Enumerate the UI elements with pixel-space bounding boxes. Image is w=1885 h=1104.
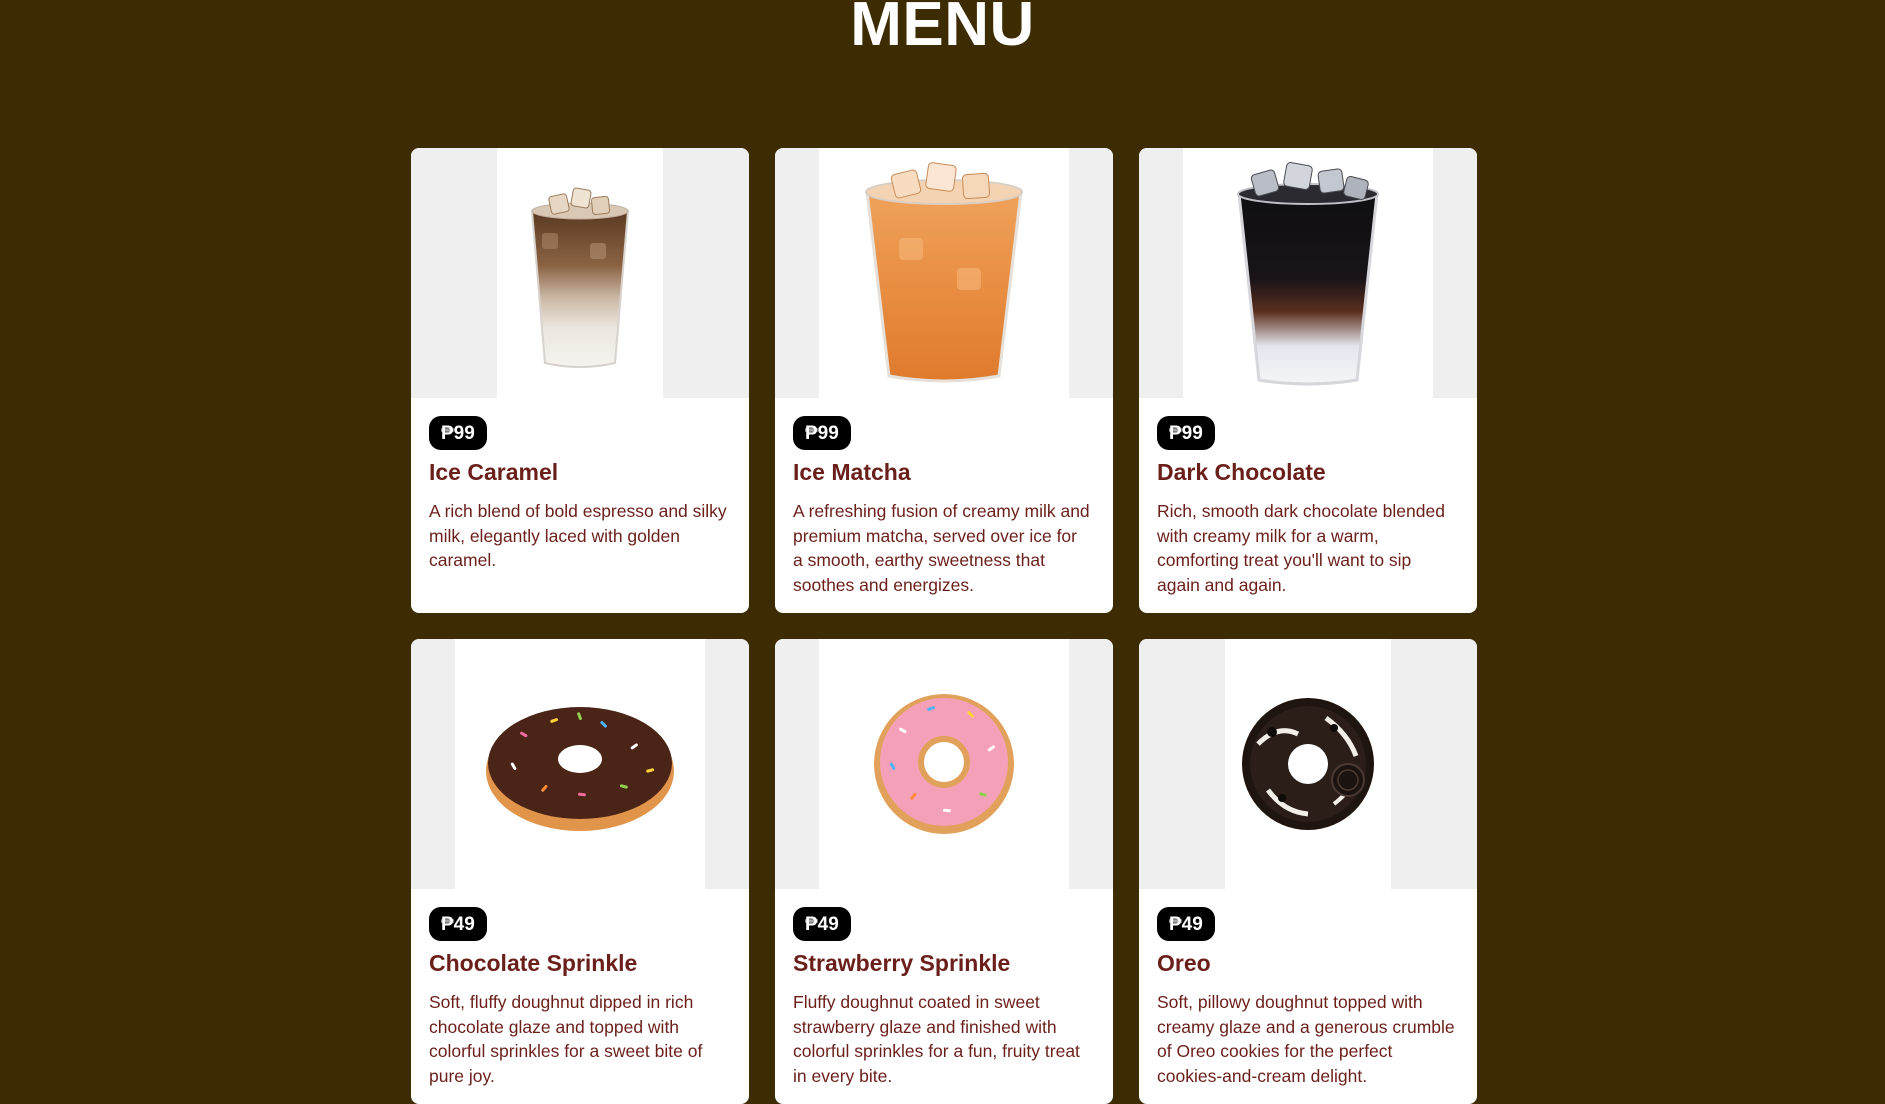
price-badge: ₱49 [793, 907, 851, 941]
card-body: ₱49 Strawberry Sprinkle Fluffy doughnut … [775, 889, 1113, 1088]
chocolate-doughnut-icon [486, 707, 674, 831]
card-image-frame [411, 639, 749, 889]
card-image-frame [1139, 148, 1477, 398]
iced-caramel-latte-image [497, 148, 663, 398]
item-description: Soft, fluffy doughnut dipped in rich cho… [429, 992, 703, 1086]
item-name: Ice Caramel [429, 459, 559, 485]
item-name: Dark Chocolate [1157, 459, 1326, 485]
item-name: Oreo [1157, 950, 1211, 976]
card-image-frame [775, 639, 1113, 889]
card-body: ₱49 Chocolate Sprinkle Soft, fluffy doug… [411, 889, 749, 1088]
item-description: A rich blend of bold espresso and silky … [429, 501, 727, 570]
item-description: A refreshing fusion of creamy milk and p… [793, 501, 1090, 595]
strawberry-sprinkle-doughnut-image [819, 639, 1069, 889]
card-body: ₱49 Oreo Soft, pillowy doughnut topped w… [1139, 889, 1477, 1088]
iced-caramel-latte-icon [530, 187, 630, 368]
card-image-frame [775, 148, 1113, 398]
oreo-doughnut-icon [1242, 698, 1374, 830]
price-badge: ₱49 [429, 907, 487, 941]
price-badge: ₱49 [1157, 907, 1215, 941]
chocolate-sprinkle-doughnut-image [455, 639, 705, 889]
menu-card-ice-matcha[interactable]: ₱99 Ice Matcha A refreshing fusion of cr… [775, 148, 1113, 613]
item-description: Rich, smooth dark chocolate blended with… [1157, 501, 1445, 595]
item-name: Strawberry Sprinkle [793, 950, 1011, 976]
oreo-doughnut-image [1225, 639, 1391, 889]
iced-milk-tea-icon [865, 162, 1023, 383]
menu-card-chocolate-sprinkle[interactable]: ₱49 Chocolate Sprinkle Soft, fluffy doug… [411, 639, 749, 1104]
iced-orange-milk-tea-image [819, 148, 1069, 398]
menu-card-strawberry-sprinkle[interactable]: ₱49 Strawberry Sprinkle Fluffy doughnut … [775, 639, 1113, 1104]
price-badge: ₱99 [1157, 416, 1215, 450]
page-title: MENU [850, 0, 1035, 59]
card-body: ₱99 Ice Caramel A rich blend of bold esp… [411, 398, 749, 573]
card-body: ₱99 Dark Chocolate Rich, smooth dark cho… [1139, 398, 1477, 597]
item-description: Fluffy doughnut coated in sweet strawber… [793, 992, 1080, 1086]
card-image-frame [1139, 639, 1477, 889]
menu-card-dark-chocolate[interactable]: ₱99 Dark Chocolate Rich, smooth dark cho… [1139, 148, 1477, 613]
iced-dark-chocolate-image [1183, 148, 1433, 398]
iced-dark-chocolate-icon [1237, 161, 1379, 385]
strawberry-doughnut-icon [874, 694, 1014, 834]
item-name: Chocolate Sprinkle [429, 950, 638, 976]
menu-card-oreo[interactable]: ₱49 Oreo Soft, pillowy doughnut topped w… [1139, 639, 1477, 1104]
card-body: ₱99 Ice Matcha A refreshing fusion of cr… [775, 398, 1113, 597]
item-description: Soft, pillowy doughnut topped with cream… [1157, 992, 1455, 1086]
menu-card-ice-caramel[interactable]: ₱99 Ice Caramel A rich blend of bold esp… [411, 148, 749, 613]
price-badge: ₱99 [429, 416, 487, 450]
menu-grid: ₱99 Ice Caramel A rich blend of bold esp… [411, 148, 1477, 1104]
price-badge: ₱99 [793, 416, 851, 450]
card-image-frame [411, 148, 749, 398]
item-name: Ice Matcha [793, 459, 911, 485]
